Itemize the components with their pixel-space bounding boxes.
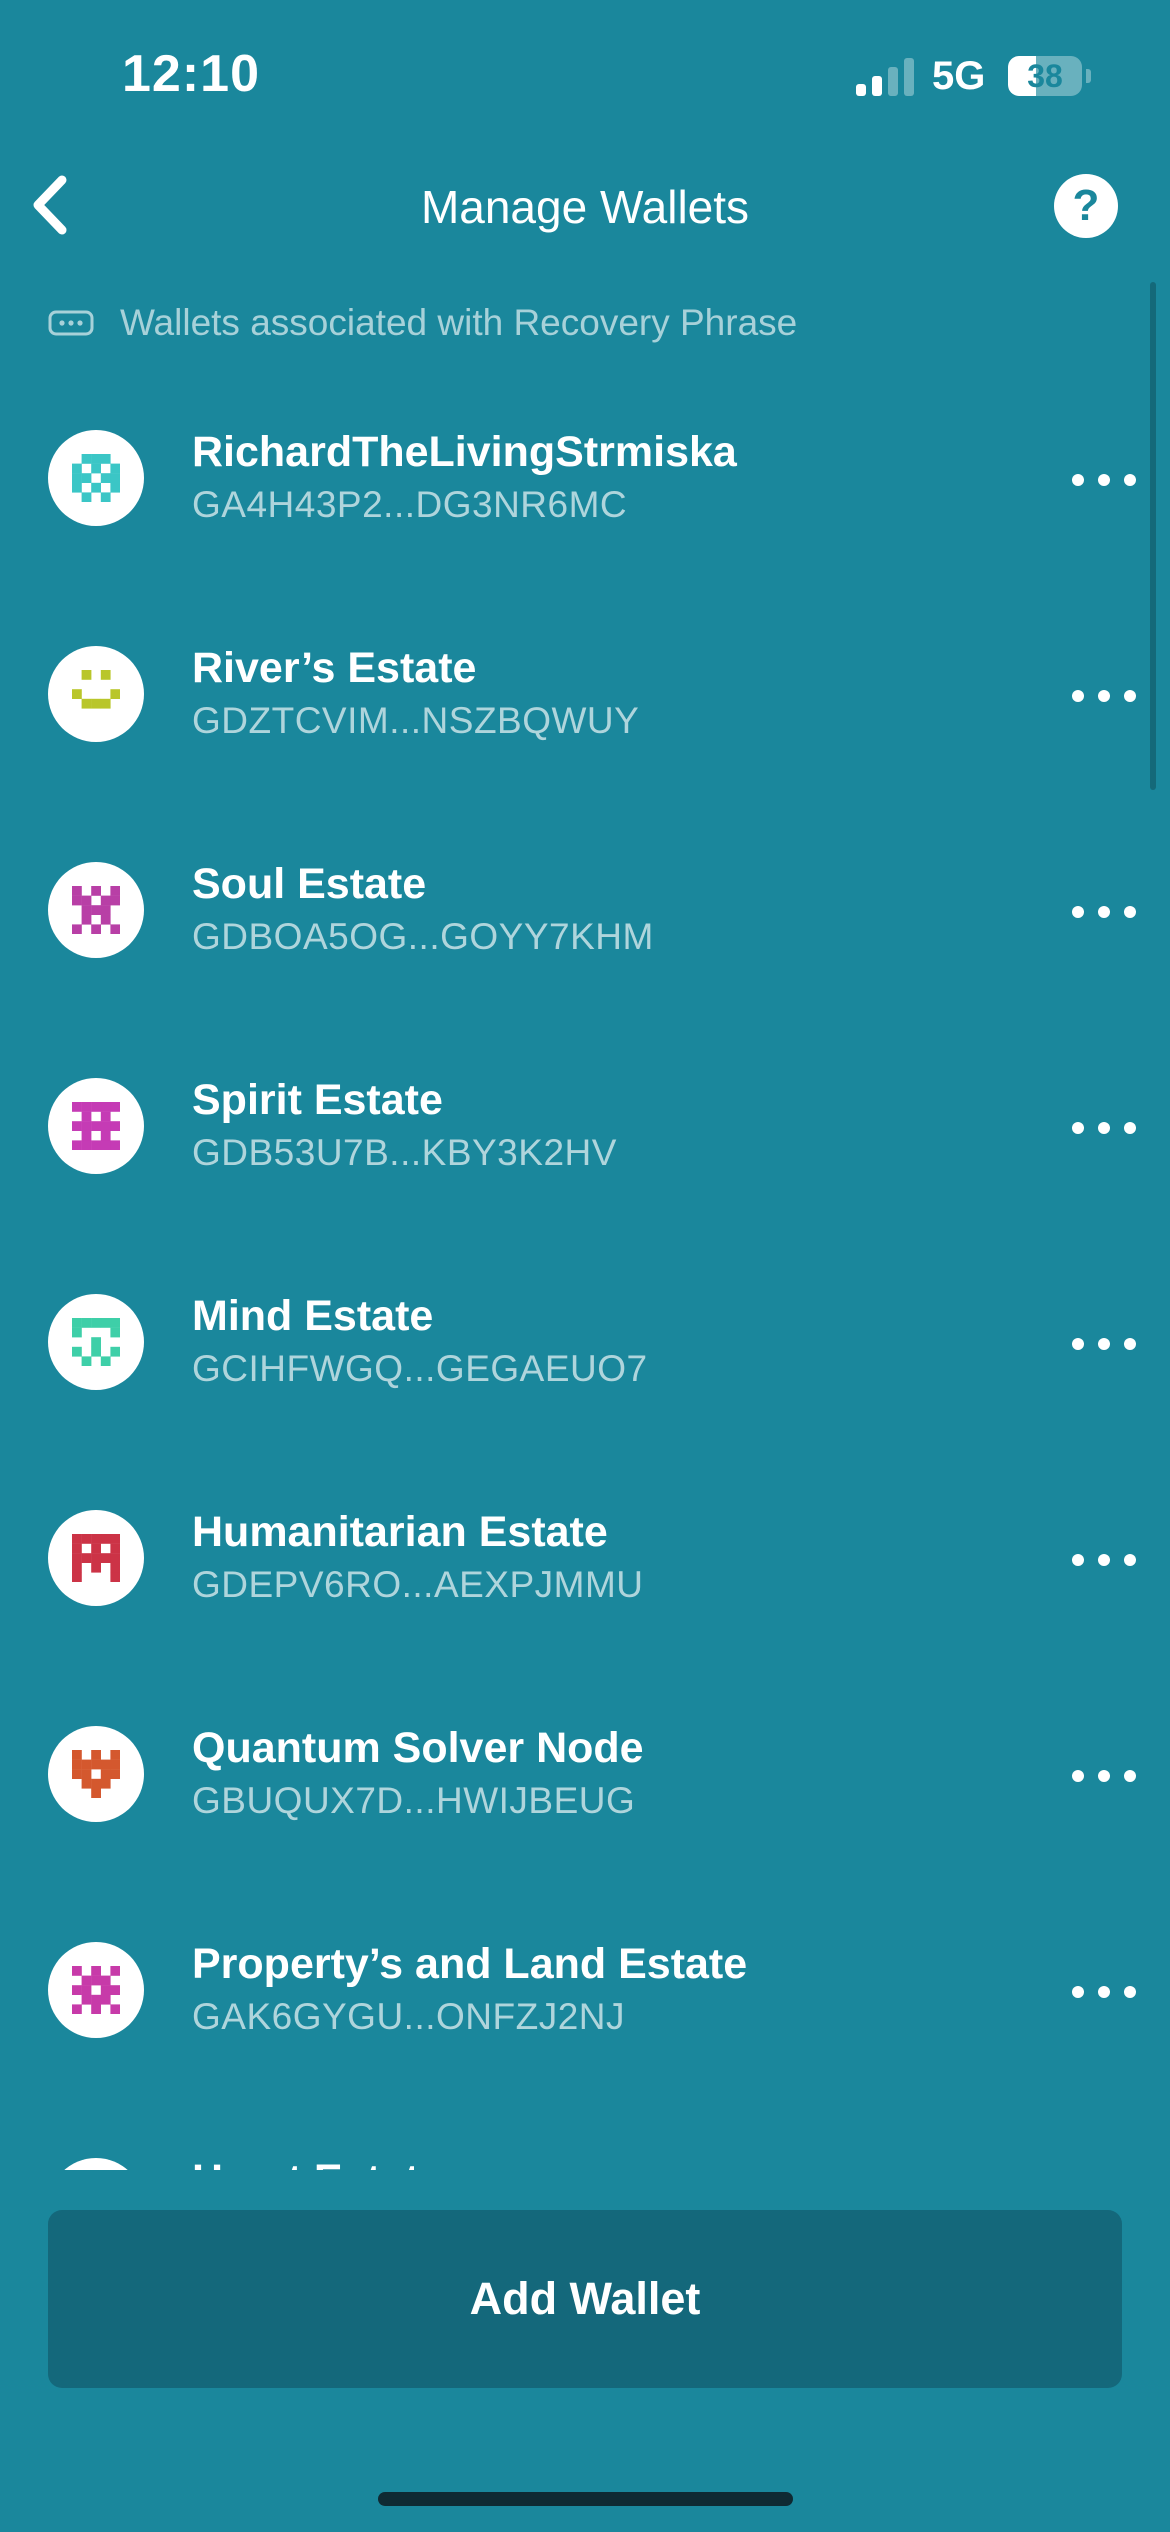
home-indicator[interactable] xyxy=(378,2492,793,2506)
wallet-name: Mind Estate xyxy=(192,1292,434,1340)
identicon-icon xyxy=(72,670,120,709)
wallet-avatar xyxy=(48,862,144,958)
wallet-row[interactable]: Spirit Estate GDB53U7B...KBY3K2HV xyxy=(0,1020,1170,1236)
wallet-row[interactable]: Property’s and Land Estate GAK6GYGU...ON… xyxy=(0,1884,1170,2100)
more-options-button[interactable] xyxy=(1072,894,1136,930)
more-options-button[interactable] xyxy=(1072,1542,1136,1578)
help-icon: ? xyxy=(1072,181,1100,230)
more-options-button[interactable] xyxy=(1072,1758,1136,1794)
wallet-row[interactable]: River’s Estate GDZTCVIM...NSZBQWUY xyxy=(0,588,1170,804)
wallet-address: GCIHFWGQ...GEGAEUO7 xyxy=(192,1348,648,1389)
identicon-icon xyxy=(72,1318,120,1366)
wallet-address: GDB53U7B...KBY3K2HV xyxy=(192,1132,617,1173)
identicon-icon xyxy=(72,1102,120,1150)
wallet-avatar xyxy=(48,646,144,742)
add-wallet-button[interactable]: Add Wallet xyxy=(48,2210,1122,2388)
wallet-address: GA4H43P2...DG3NR6MC xyxy=(192,484,628,525)
wallet-address: GDEPV6RO...AEXPJMMU xyxy=(192,1564,644,1605)
wallet-row[interactable]: RichardTheLivingStrmiska GA4H43P2...DG3N… xyxy=(0,372,1170,588)
wallet-list: RichardTheLivingStrmiska GA4H43P2...DG3N… xyxy=(0,372,1170,2172)
wallet-address: GDZTCVIM...NSZBQWUY xyxy=(192,700,640,741)
identicon-icon xyxy=(72,454,120,502)
wallet-name: RichardTheLivingStrmiska xyxy=(192,428,737,476)
wallet-address: GDBOA5OG...GOYY7KHM xyxy=(192,916,654,957)
add-wallet-label: Add Wallet xyxy=(469,2273,701,2324)
identicon-icon xyxy=(72,886,120,934)
wallet-name: Quantum Solver Node xyxy=(192,1724,644,1772)
battery-level: 38 xyxy=(1027,58,1063,94)
identicon-icon xyxy=(72,1966,120,2014)
wallet-name: Property’s and Land Estate xyxy=(192,1940,748,1988)
ellipsis-box-icon xyxy=(48,310,94,336)
wallet-avatar xyxy=(48,430,144,526)
wallet-row[interactable]: Soul Estate GDBOA5OG...GOYY7KHM xyxy=(0,804,1170,1020)
wallet-name: Soul Estate xyxy=(192,860,427,908)
wallet-avatar xyxy=(48,1726,144,1822)
status-time: 12:10 xyxy=(122,45,260,103)
identicon-icon xyxy=(72,1534,120,1582)
wallet-avatar xyxy=(48,1294,144,1390)
wallet-name: Spirit Estate xyxy=(192,1076,443,1124)
status-bar: 12:10 5G 38 xyxy=(0,0,1170,150)
cellular-signal-icon xyxy=(856,58,914,96)
wallet-avatar xyxy=(48,1510,144,1606)
wallet-row[interactable]: Humanitarian Estate GDEPV6RO...AEXPJMMU xyxy=(0,1452,1170,1668)
more-options-button[interactable] xyxy=(1072,1974,1136,2010)
more-options-button[interactable] xyxy=(1072,1326,1136,1362)
wallet-address: GBUQUX7D...HWIJBEUG xyxy=(192,1780,636,1821)
more-options-button[interactable] xyxy=(1072,1110,1136,1146)
more-options-button[interactable] xyxy=(1072,462,1136,498)
section-header: Wallets associated with Recovery Phrase xyxy=(48,298,797,348)
more-options-button[interactable] xyxy=(1072,678,1136,714)
identicon-icon xyxy=(72,1750,120,1798)
wallet-avatar xyxy=(48,1942,144,2038)
wallet-row[interactable]: Heart Estate xyxy=(0,2100,1170,2172)
wallet-address: GAK6GYGU...ONFZJ2NJ xyxy=(192,1996,626,2037)
section-label: Wallets associated with Recovery Phrase xyxy=(120,302,798,343)
wallet-name: Humanitarian Estate xyxy=(192,1508,608,1556)
wallet-name: River’s Estate xyxy=(192,644,477,692)
help-button[interactable]: ? xyxy=(1054,174,1118,238)
navigation-bar: Manage Wallets xyxy=(0,150,1170,260)
wallet-avatar xyxy=(48,1078,144,1174)
network-type: 5G xyxy=(932,54,986,98)
page-title: Manage Wallets xyxy=(420,181,750,233)
wallet-row[interactable]: Quantum Solver Node GBUQUX7D...HWIJBEUG xyxy=(0,1668,1170,1884)
battery-icon: 38 xyxy=(1008,56,1091,96)
wallet-row[interactable]: Mind Estate GCIHFWGQ...GEGAEUO7 xyxy=(0,1236,1170,1452)
